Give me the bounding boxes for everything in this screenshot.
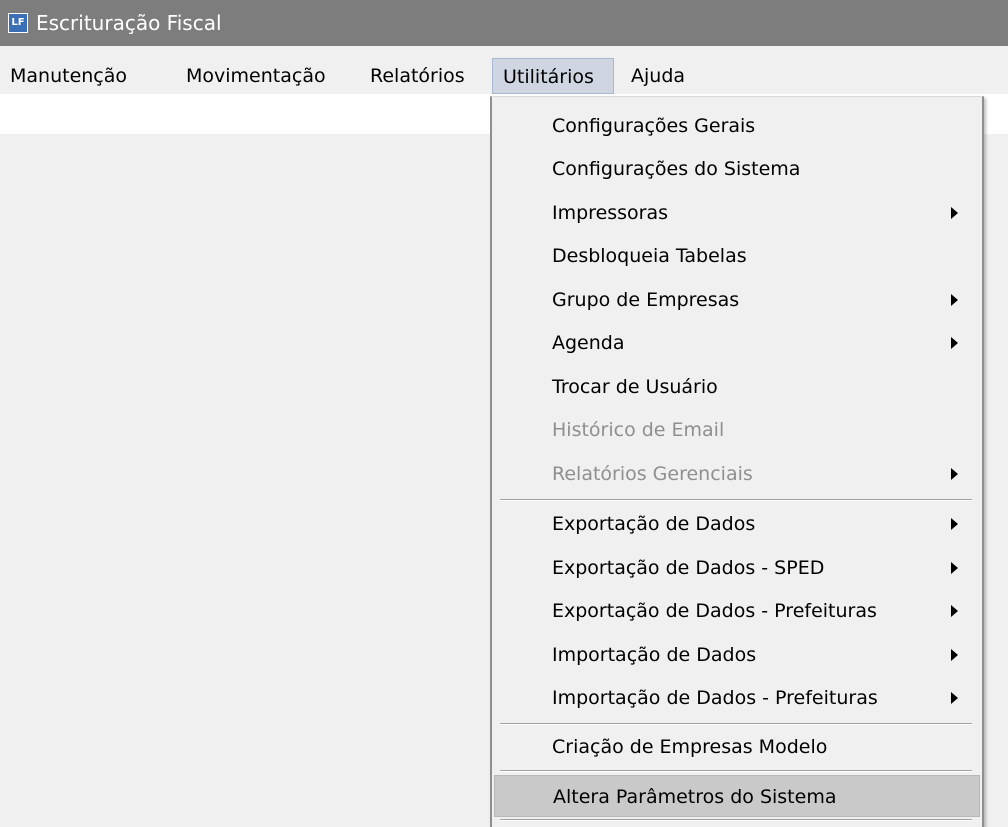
utilitarios-dropdown: Configurações Gerais Configurações do Si… xyxy=(490,96,984,827)
menu-item-label: Impressoras xyxy=(552,202,669,224)
menu-item-configuracoes-do-sistema[interactable]: Configurações do Sistema xyxy=(494,148,980,190)
menu-item-grupo-de-empresas[interactable]: Grupo de Empresas xyxy=(494,279,980,321)
menu-item-historico-de-email: Histórico de Email xyxy=(494,409,980,451)
submenu-arrow-icon xyxy=(951,649,958,661)
title-bar: LF Escrituração Fiscal xyxy=(0,0,1008,46)
app-icon: LF xyxy=(8,13,28,33)
menu-separator xyxy=(500,819,972,821)
menu-item-exportacao-de-dados[interactable]: Exportação de Dados xyxy=(494,503,980,545)
menu-separator xyxy=(500,770,972,772)
menu-item-exportacao-de-dados-prefeituras[interactable]: Exportação de Dados - Prefeituras xyxy=(494,590,980,632)
menu-item-configuracoes-gerais[interactable]: Configurações Gerais xyxy=(494,105,980,147)
menu-movimentacao[interactable]: Movimentação xyxy=(186,58,326,94)
menu-item-label: Relatórios Gerenciais xyxy=(552,463,753,485)
menu-item-importacao-de-dados-prefeituras[interactable]: Importação de Dados - Prefeituras xyxy=(494,677,980,719)
menu-item-label: Desbloqueia Tabelas xyxy=(552,245,747,267)
submenu-arrow-icon xyxy=(951,562,958,574)
submenu-arrow-icon xyxy=(951,207,958,219)
submenu-arrow-icon xyxy=(951,692,958,704)
menu-item-desbloqueia-tabelas[interactable]: Desbloqueia Tabelas xyxy=(494,235,980,277)
submenu-arrow-icon xyxy=(951,518,958,530)
menu-item-relatorios-gerenciais: Relatórios Gerenciais xyxy=(494,453,980,495)
menu-utilitarios[interactable]: Utilitários xyxy=(492,58,614,94)
submenu-arrow-icon xyxy=(951,337,958,349)
menu-item-label: Criação de Empresas Modelo xyxy=(552,736,828,758)
menu-item-label: Histórico de Email xyxy=(552,419,725,441)
menu-item-label: Importação de Dados - Prefeituras xyxy=(552,687,878,709)
menu-item-agenda[interactable]: Agenda xyxy=(494,322,980,364)
menu-item-label: Configurações do Sistema xyxy=(552,158,801,180)
menu-item-altera-parametros-do-sistema[interactable]: Altera Parâmetros do Sistema xyxy=(494,775,980,817)
menu-item-importacao-de-dados[interactable]: Importação de Dados xyxy=(494,634,980,676)
menu-item-label: Exportação de Dados xyxy=(552,513,756,535)
menu-manutencao[interactable]: Manutenção xyxy=(10,58,127,94)
submenu-arrow-icon xyxy=(951,294,958,306)
menu-item-label: Agenda xyxy=(552,332,625,354)
menu-ajuda[interactable]: Ajuda xyxy=(631,58,685,94)
menu-bar: Manutenção Movimentação Relatórios Utili… xyxy=(0,58,1008,94)
window-title: Escrituração Fiscal xyxy=(36,11,222,35)
menu-item-label: Exportação de Dados - SPED xyxy=(552,557,825,579)
menu-item-label: Trocar de Usuário xyxy=(552,376,718,398)
menu-item-label: Exportação de Dados - Prefeituras xyxy=(552,600,877,622)
submenu-arrow-icon xyxy=(951,468,958,480)
menu-item-trocar-de-usuario[interactable]: Trocar de Usuário xyxy=(494,366,980,408)
menu-relatorios[interactable]: Relatórios xyxy=(370,58,465,94)
menu-item-impressoras[interactable]: Impressoras xyxy=(494,192,980,234)
menu-separator xyxy=(500,499,972,501)
menu-item-label: Altera Parâmetros do Sistema xyxy=(553,786,837,808)
menu-item-criacao-de-empresas-modelo[interactable]: Criação de Empresas Modelo xyxy=(494,726,980,768)
menu-item-label: Importação de Dados xyxy=(552,644,757,666)
submenu-arrow-icon xyxy=(951,605,958,617)
menu-item-label: Grupo de Empresas xyxy=(552,289,740,311)
menu-separator xyxy=(500,723,972,725)
menu-item-label: Configurações Gerais xyxy=(552,115,756,137)
menu-item-exportacao-de-dados-sped[interactable]: Exportação de Dados - SPED xyxy=(494,547,980,589)
